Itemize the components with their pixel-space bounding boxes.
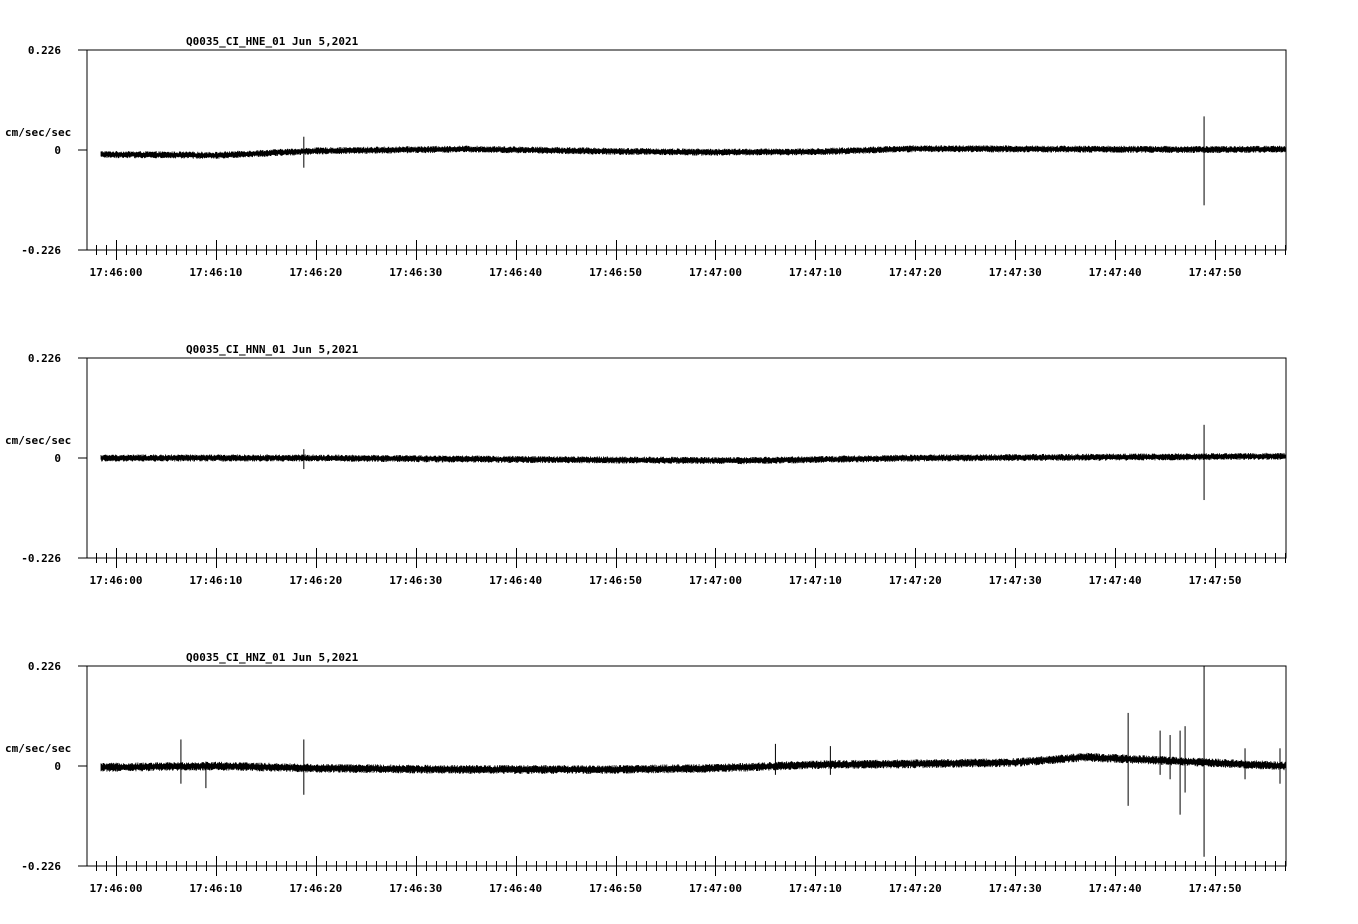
- x-tick-label: 17:47:50: [1189, 882, 1242, 895]
- panel-title: Q0035_CI_HNZ_01 Jun 5,2021: [186, 651, 359, 664]
- x-tick-label: 17:46:00: [89, 882, 142, 895]
- x-tick-label: 17:47:00: [689, 266, 742, 279]
- x-tick-label: 17:47:50: [1189, 266, 1242, 279]
- y-tick-label: 0.226: [28, 660, 61, 673]
- x-tick-label: 17:47:30: [989, 266, 1042, 279]
- x-tick-label: 17:47:00: [689, 574, 742, 587]
- y-axis-label: cm/sec/sec: [5, 126, 71, 139]
- x-tick-label: 17:46:30: [389, 882, 442, 895]
- panel-2: Q0035_CI_HNN_01 Jun 5,2021 0.226 0 -0.226 cm…: [5, 343, 1287, 587]
- x-tick-label: 17:46:50: [589, 266, 642, 279]
- x-tick-label: 17:46:10: [189, 882, 242, 895]
- y-axis-label: cm/sec/sec: [5, 434, 71, 447]
- x-tick-label: 17:46:00: [89, 574, 142, 587]
- y-axis-label: cm/sec/sec: [5, 742, 71, 755]
- y-tick-label: 0.226: [28, 44, 61, 57]
- x-tick-label: 17:47:00: [689, 882, 742, 895]
- x-tick-label: 17:46:50: [589, 574, 642, 587]
- x-tick-label: 17:47:20: [889, 882, 942, 895]
- x-tick-label: 17:46:30: [389, 574, 442, 587]
- y-tick-label: -0.226: [21, 244, 61, 257]
- x-tick-label: 17:46:20: [289, 882, 342, 895]
- x-tick-label: 17:47:10: [789, 882, 842, 895]
- x-tick-label: 17:47:40: [1089, 574, 1142, 587]
- waveform-trace: [100, 452, 1287, 465]
- x-tick-label: 17:46:20: [289, 574, 342, 587]
- y-tick-label: 0: [54, 452, 61, 465]
- x-tick-label: 17:47:30: [989, 574, 1042, 587]
- x-tick-label: 17:46:40: [489, 574, 542, 587]
- y-tick-label: -0.226: [21, 552, 61, 565]
- y-tick-label: 0: [54, 144, 61, 157]
- x-tick-label: 17:47:50: [1189, 574, 1242, 587]
- x-tick-label: 17:47:30: [989, 882, 1042, 895]
- x-tick-label: 17:47:40: [1089, 882, 1142, 895]
- seismogram-figure: Q0035_CI_HNE_01 Jun 5,2021 0.226 0 -0.226 cm…: [5, 35, 1287, 895]
- panel-title: Q0035_CI_HNN_01 Jun 5,2021: [186, 343, 359, 356]
- waveform-trace: [100, 145, 1287, 159]
- x-tick-label: 17:46:10: [189, 574, 242, 587]
- y-tick-label: 0.226: [28, 352, 61, 365]
- y-tick-label: -0.226: [21, 860, 61, 873]
- panel-1: Q0035_CI_HNE_01 Jun 5,2021 0.226 0 -0.226 cm…: [5, 35, 1287, 279]
- x-tick-label: 17:46:10: [189, 266, 242, 279]
- x-tick-label: 17:46:40: [489, 266, 542, 279]
- x-tick-label: 17:47:40: [1089, 266, 1142, 279]
- panel-title: Q0035_CI_HNE_01 Jun 5,2021: [186, 35, 359, 48]
- waveform-trace: [100, 752, 1287, 774]
- y-tick-label: 0: [54, 760, 61, 773]
- x-tick-label: 17:46:40: [489, 882, 542, 895]
- x-tick-label: 17:46:50: [589, 882, 642, 895]
- x-tick-label: 17:47:10: [789, 266, 842, 279]
- x-tick-label: 17:46:00: [89, 266, 142, 279]
- x-tick-label: 17:46:20: [289, 266, 342, 279]
- panel-3: Q0035_CI_HNZ_01 Jun 5,2021 0.226 0 -0.226 cm…: [5, 651, 1287, 895]
- x-tick-label: 17:47:10: [789, 574, 842, 587]
- x-tick-label: 17:46:30: [389, 266, 442, 279]
- x-tick-label: 17:47:20: [889, 574, 942, 587]
- x-tick-label: 17:47:20: [889, 266, 942, 279]
